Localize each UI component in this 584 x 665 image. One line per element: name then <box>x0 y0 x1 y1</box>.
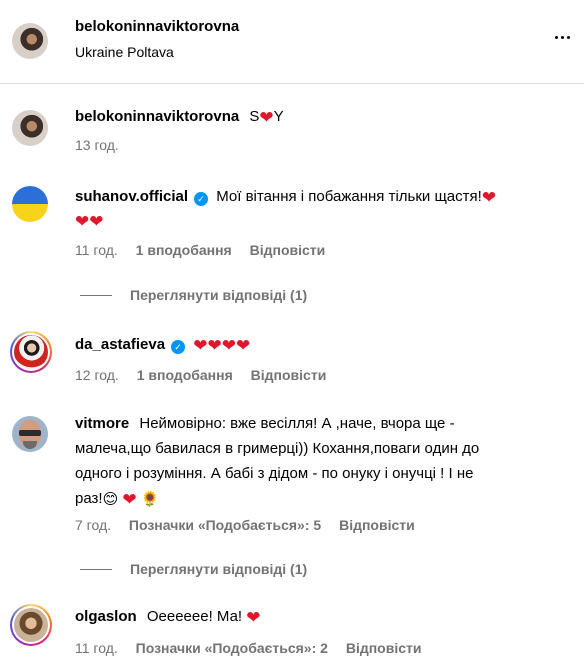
smile-icon: 😊 <box>102 491 119 508</box>
caption-username[interactable]: belokoninnaviktorovna <box>75 108 239 125</box>
comment-text: раз! <box>75 490 103 507</box>
more-options-icon[interactable] <box>546 25 570 49</box>
commenter-avatar[interactable] <box>10 331 52 373</box>
commenter-avatar[interactable] <box>12 416 48 452</box>
commenter-avatar[interactable] <box>10 604 52 646</box>
reply-button[interactable]: Відповісти <box>346 640 422 656</box>
heart-icon: ❤ <box>235 336 251 355</box>
heart-icon: ❤ <box>481 188 497 207</box>
caption-avatar[interactable] <box>12 110 48 146</box>
heart-icon: ❤ <box>193 336 208 355</box>
verified-badge-icon: ✓ <box>171 340 186 354</box>
heart-icon: ❤ <box>89 212 104 231</box>
commenter-username[interactable]: vitmore <box>75 415 129 432</box>
comment-text: одного і розуміння. А бабі з дідом - по … <box>75 465 474 482</box>
heart-icon: ❤ <box>246 608 261 627</box>
reply-button[interactable]: Відповісти <box>339 517 415 533</box>
caption-time[interactable]: 13 год. <box>75 137 119 153</box>
view-replies-button[interactable]: Переглянути відповіді (1) <box>80 287 307 303</box>
commenter-username[interactable]: olgaslon <box>75 608 137 625</box>
author-username[interactable]: belokoninnaviktorovna <box>75 18 239 35</box>
comment-text: малеча,що бавилася в гримерці)) Кохання,… <box>75 440 480 457</box>
caption-text-start: S <box>249 108 260 125</box>
view-replies-button[interactable]: Переглянути відповіді (1) <box>80 561 307 577</box>
heart-icon: ❤ <box>221 336 236 355</box>
heart-icon: ❤ <box>75 212 90 231</box>
heart-icon: ❤ <box>259 108 274 127</box>
comment-likes[interactable]: Позначки «Подобається»: 2 <box>136 640 328 656</box>
reply-button[interactable]: Відповісти <box>250 242 326 258</box>
sunflower-icon: 🌻 <box>140 491 160 508</box>
comment-time[interactable]: 11 год. <box>75 640 118 656</box>
heart-icon: ❤ <box>207 336 222 355</box>
commenter-avatar[interactable] <box>12 186 48 222</box>
author-avatar[interactable] <box>12 23 48 59</box>
comment-time[interactable]: 7 год. <box>75 517 111 533</box>
comment-likes[interactable]: 1 вподобання <box>137 367 233 383</box>
post-location[interactable]: Ukraine Poltava <box>75 44 174 60</box>
view-replies-label: Переглянути відповіді (1) <box>130 561 308 577</box>
reply-button[interactable]: Відповісти <box>251 367 327 383</box>
post-header: belokoninnaviktorovna Ukraine Poltava <box>0 0 584 84</box>
comment-text: Неймовірно: вже весілля! А ,наче, вчора … <box>139 415 455 432</box>
divider-dash <box>80 294 112 296</box>
divider-dash <box>80 568 112 570</box>
commenter-username[interactable]: da_astafieva <box>75 336 165 353</box>
comment-text: Оееееее! Ма! <box>146 608 243 625</box>
comment-text: Мої вітання і побажання тільки щастя! <box>216 188 482 205</box>
comment-time[interactable]: 12 год. <box>75 367 119 383</box>
comment-likes[interactable]: 1 вподобання <box>136 242 232 258</box>
view-replies-label: Переглянути відповіді (1) <box>130 287 308 303</box>
verified-badge-icon: ✓ <box>194 192 209 206</box>
caption-text-end: Y <box>273 108 284 125</box>
commenter-username[interactable]: suhanov.official <box>75 188 188 205</box>
comment-likes[interactable]: Позначки «Подобається»: 5 <box>129 517 321 533</box>
heart-icon: ❤ <box>122 490 137 509</box>
comment-time[interactable]: 11 год. <box>75 242 118 258</box>
